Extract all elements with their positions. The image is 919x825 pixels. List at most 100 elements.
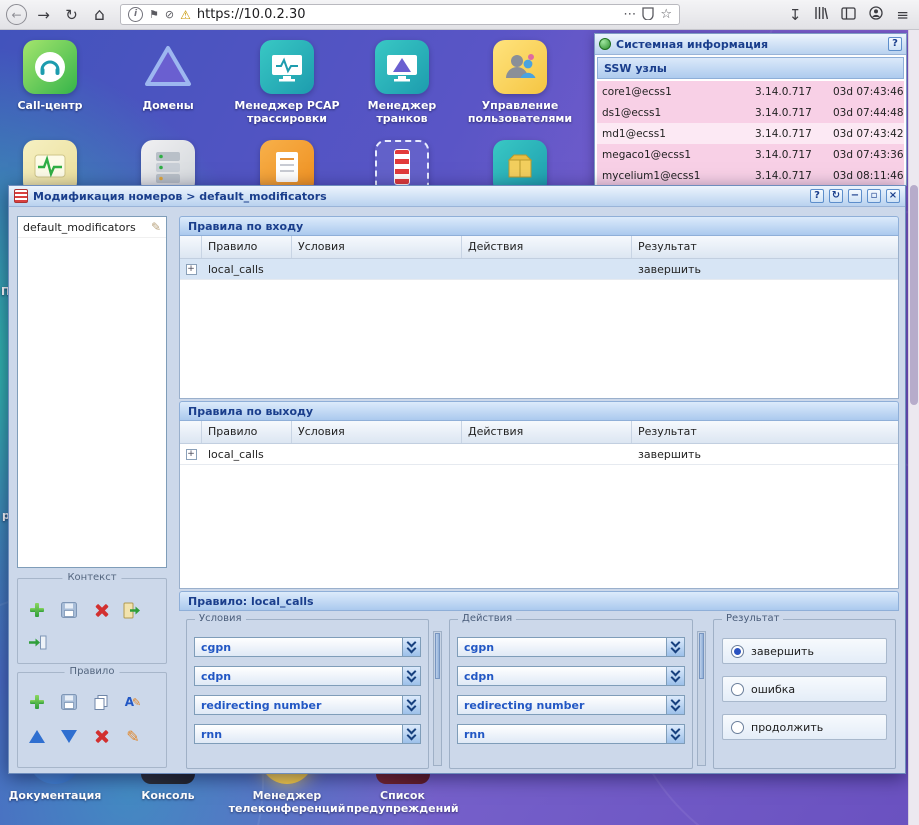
pocket-icon[interactable]: [642, 5, 654, 24]
expand-plus-icon[interactable]: +: [186, 264, 197, 275]
scrollbar-thumb[interactable]: [699, 633, 704, 679]
rule-copy-button[interactable]: [90, 691, 112, 713]
app-icon-label: Call-центр: [0, 99, 100, 112]
result-option-finish[interactable]: завершить: [722, 638, 887, 664]
context-import-button[interactable]: [26, 631, 48, 653]
column-header[interactable]: Действия: [462, 421, 632, 443]
chevron-down-icon[interactable]: [666, 696, 684, 714]
result-option-continue[interactable]: продолжить: [722, 714, 887, 740]
scrollbar-thumb[interactable]: [435, 633, 440, 679]
dialog-icon: [14, 189, 28, 203]
table-row[interactable]: + local_calls завершить: [180, 444, 898, 465]
rule-delete-button[interactable]: [90, 725, 112, 747]
page-scrollbar-thumb[interactable]: [910, 185, 918, 405]
menu-icon[interactable]: ≡: [896, 6, 909, 24]
table-row[interactable]: + local_calls завершить: [180, 259, 898, 280]
actions-legend: Действия: [458, 613, 516, 624]
permission-icon-2[interactable]: ⊘: [165, 8, 174, 21]
column-header[interactable]: Правило: [202, 421, 292, 443]
system-info-titlebar[interactable]: Системная информация ?: [595, 34, 906, 55]
url-bar[interactable]: i ⚑ ⊘ ⚠ https://10.0.2.30 ⋯ ☆: [120, 4, 680, 25]
rule-add-button[interactable]: [26, 691, 48, 713]
action-select[interactable]: rnn: [457, 724, 685, 744]
context-add-button[interactable]: [26, 599, 48, 621]
actions-scrollbar[interactable]: [697, 631, 706, 766]
page-info-icon[interactable]: i: [128, 7, 143, 22]
node-row: ds1@ecss1 3.14.0.717 03d 07:44:48: [597, 102, 904, 123]
rule-move-down-button[interactable]: [58, 725, 80, 747]
action-select[interactable]: cdpn: [457, 666, 685, 686]
back-icon[interactable]: ←: [6, 4, 27, 25]
column-header[interactable]: Действия: [462, 236, 632, 258]
radio-icon[interactable]: [731, 721, 744, 734]
action-value: rnn: [458, 725, 666, 743]
dialog-refresh-button[interactable]: ↻: [829, 189, 843, 203]
account-icon[interactable]: [869, 5, 883, 24]
condition-select[interactable]: cgpn: [194, 637, 421, 657]
result-option-error[interactable]: ошибка: [722, 676, 887, 702]
bookmark-star-icon[interactable]: ☆: [660, 7, 672, 22]
url-text[interactable]: https://10.0.2.30: [197, 7, 617, 22]
conditions-legend: Условия: [195, 613, 246, 624]
app-icon-label: Менеджер транков: [342, 99, 462, 125]
incoming-rules-table: Правило Условия Действия Результат + loc…: [179, 236, 899, 399]
rule-move-up-button[interactable]: [26, 725, 48, 747]
condition-select[interactable]: rnn: [194, 724, 421, 744]
app-icon-user-management[interactable]: Управление пользователями: [460, 40, 580, 125]
edit-pencil-icon[interactable]: ✎: [151, 220, 161, 234]
context-listbox[interactable]: default_modificators ✎: [17, 216, 167, 568]
condition-select[interactable]: redirecting number: [194, 695, 421, 715]
system-info-help-button[interactable]: ?: [888, 37, 902, 51]
column-header[interactable]: Условия: [292, 421, 462, 443]
context-save-button[interactable]: [58, 599, 80, 621]
app-icon-trunk-manager[interactable]: Менеджер транков: [342, 40, 462, 125]
node-uptime: 03d 07:43:42: [833, 128, 904, 140]
radio-selected-icon[interactable]: [731, 645, 744, 658]
context-delete-button[interactable]: [90, 599, 112, 621]
rule-save-button[interactable]: [58, 691, 80, 713]
condition-select[interactable]: cdpn: [194, 666, 421, 686]
rule-rename-button[interactable]: A✎: [122, 691, 144, 713]
dialog-help-button[interactable]: ?: [810, 189, 824, 203]
node-row: megaco1@ecss1 3.14.0.717 03d 07:43:36: [597, 144, 904, 165]
context-list-item[interactable]: default_modificators ✎: [18, 217, 166, 238]
page-scrollbar[interactable]: [908, 30, 919, 825]
column-header[interactable]: Правило: [202, 236, 292, 258]
app-icon-pcap-manager[interactable]: Менеджер PCAP трассировки: [227, 40, 347, 125]
forward-icon[interactable]: →: [32, 3, 55, 26]
permission-icon-1[interactable]: ⚑: [149, 8, 159, 21]
rule-edit-button[interactable]: ✎: [122, 725, 144, 747]
chevron-down-icon[interactable]: [402, 638, 420, 656]
radio-icon[interactable]: [731, 683, 744, 696]
column-header[interactable]: Результат: [632, 421, 898, 443]
dialog-titlebar[interactable]: Модификация номеров > default_modificato…: [9, 186, 905, 207]
column-header[interactable]: Результат: [632, 236, 898, 258]
context-export-button[interactable]: [122, 599, 144, 621]
conditions-scrollbar[interactable]: [433, 631, 442, 766]
table-header-row: Правило Условия Действия Результат: [180, 236, 898, 259]
chevron-down-icon[interactable]: [666, 725, 684, 743]
reload-icon[interactable]: ↻: [60, 3, 83, 26]
action-select[interactable]: redirecting number: [457, 695, 685, 715]
radio-label: ошибка: [751, 683, 795, 696]
dialog-close-button[interactable]: ×: [886, 189, 900, 203]
action-select[interactable]: cgpn: [457, 637, 685, 657]
page-actions-icon[interactable]: ⋯: [623, 7, 636, 22]
app-icon-domains[interactable]: Домены: [118, 40, 218, 112]
condition-value: redirecting number: [195, 696, 402, 714]
app-icon-call-center[interactable]: Call-центр: [0, 40, 100, 112]
downloads-icon[interactable]: ↧: [789, 6, 802, 24]
chevron-down-icon[interactable]: [402, 667, 420, 685]
sidebar-icon[interactable]: [841, 5, 856, 24]
library-icon[interactable]: [814, 5, 828, 24]
expand-plus-icon[interactable]: +: [186, 449, 197, 460]
chevron-down-icon[interactable]: [666, 667, 684, 685]
home-icon[interactable]: ⌂: [88, 3, 111, 26]
chevron-down-icon[interactable]: [666, 638, 684, 656]
chevron-down-icon[interactable]: [402, 696, 420, 714]
incoming-rules-header: Правила по входу: [179, 216, 899, 236]
column-header[interactable]: Условия: [292, 236, 462, 258]
dialog-maximize-button[interactable]: ▫: [867, 189, 881, 203]
chevron-down-icon[interactable]: [402, 725, 420, 743]
dialog-minimize-button[interactable]: −: [848, 189, 862, 203]
